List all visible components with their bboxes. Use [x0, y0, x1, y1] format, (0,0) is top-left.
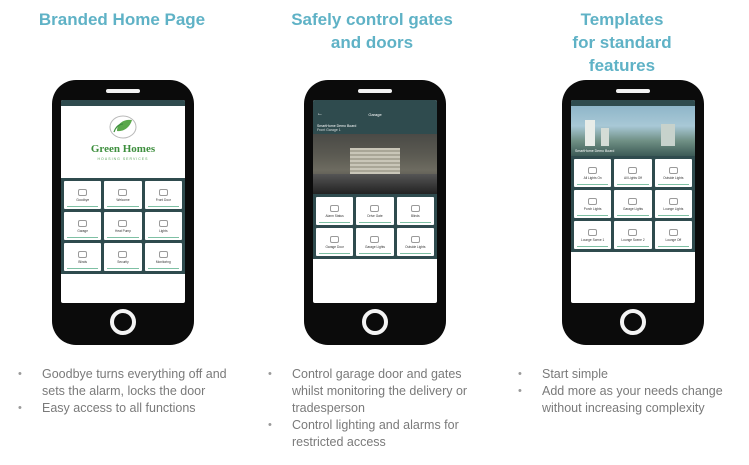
tile-grid: Alarm Status Drive Gate Blinds Garage Do…: [313, 194, 437, 259]
app-bar: ← Garage: [313, 106, 437, 122]
light-icon: [588, 197, 598, 205]
tile-lights[interactable]: Lights: [144, 212, 182, 240]
tile-grid: All Lights On All Lights Off Outside Lig…: [571, 156, 695, 252]
tile-lounge-scene-1[interactable]: Lounge Scene 1: [574, 221, 612, 249]
light-icon: [370, 235, 380, 243]
alarm-icon: [330, 204, 340, 212]
tile-all-lights-on[interactable]: All Lights On: [574, 159, 612, 187]
tile-outside-lights[interactable]: Outside Lights: [654, 159, 692, 187]
light-icon: [158, 219, 168, 227]
column-title: Templates for standard features: [572, 10, 672, 75]
tile-security[interactable]: Security: [104, 243, 142, 271]
garage-door-image: [350, 148, 400, 174]
hero-image: SmartHome Demo Board: [571, 106, 695, 156]
blinds-icon: [410, 204, 420, 212]
bullet-item: Easy access to all functions: [18, 400, 238, 417]
feature-bullets: Goodbye turns everything off and sets th…: [18, 366, 238, 417]
power-icon: [668, 228, 678, 236]
feature-column-templates: Templates for standard features SmartHom…: [502, 0, 742, 465]
tile-lounge-lights[interactable]: Lounge Lights: [654, 190, 692, 218]
tile-heat-pump[interactable]: Heat Pump: [104, 212, 142, 240]
tile-front-door[interactable]: Front Door: [144, 181, 182, 209]
bullet-item: Control lighting and alarms for restrict…: [268, 417, 488, 451]
tile-garage-door[interactable]: Garage Door: [316, 228, 354, 256]
hero-caption: SmartHome Demo Board: [575, 149, 615, 153]
tile-garage-lights[interactable]: Garage Lights: [614, 190, 652, 218]
light-icon: [668, 197, 678, 205]
app-bar-title: Garage: [368, 111, 382, 117]
bullet-item: Control garage door and gates whilst mon…: [268, 366, 488, 417]
shield-icon: [118, 250, 128, 258]
phone-speaker: [358, 89, 392, 93]
home-button: [362, 309, 388, 335]
scene-icon: [628, 228, 638, 236]
bullet-item: Add more as your needs change without in…: [518, 383, 738, 417]
leaf-logo-icon: [109, 115, 137, 139]
phone-speaker: [616, 89, 650, 93]
home-button: [620, 309, 646, 335]
tile-monitoring[interactable]: Monitoring: [144, 243, 182, 271]
phone-speaker: [106, 89, 140, 93]
column-title: Branded Home Page: [38, 10, 206, 29]
light-icon: [588, 166, 598, 174]
tile-all-lights-off[interactable]: All Lights Off: [614, 159, 652, 187]
camera-header: SmartHome Demo Board Front Garage 1: [313, 122, 437, 134]
light-icon: [668, 166, 678, 174]
tile-outside-lights[interactable]: Outside Lights: [396, 228, 434, 256]
tile-blinds[interactable]: Blinds: [64, 243, 102, 271]
tile-blinds[interactable]: Blinds: [396, 197, 434, 225]
tile-lounge-off[interactable]: Lounge Off: [654, 221, 692, 249]
monitor-icon: [158, 250, 168, 258]
door-icon: [158, 188, 168, 196]
back-arrow-icon[interactable]: ←: [317, 111, 323, 117]
tile-drive-gate[interactable]: Drive Gate: [356, 197, 394, 225]
scene-icon: [588, 228, 598, 236]
welcome-icon: [118, 188, 128, 196]
phone-mockup: ← Garage SmartHome Demo Board Front Gara…: [304, 80, 446, 345]
feature-bullets: Control garage door and gates whilst mon…: [268, 366, 488, 451]
feature-column-branded: Branded Home Page Green Homes HOUSING SE…: [2, 0, 242, 465]
tile-welcome[interactable]: Welcome: [104, 181, 142, 209]
bullet-item: Goodbye turns everything off and sets th…: [18, 366, 238, 400]
feature-bullets: Start simple Add more as your needs chan…: [518, 366, 738, 417]
logo-text: Green Homes: [90, 143, 156, 155]
tile-goodbye[interactable]: Goodbye: [64, 181, 102, 209]
bullet-item: Start simple: [518, 366, 738, 383]
phone-mockup: Green Homes HOUSING SERVICES Goodbye Wel…: [52, 80, 194, 345]
logo-subtext: HOUSING SERVICES: [97, 157, 149, 161]
phone-screen: ← Garage SmartHome Demo Board Front Gara…: [313, 100, 437, 303]
phone-screen: SmartHome Demo Board All Lights On All L…: [571, 100, 695, 303]
feature-column-gates: Safely control gates and doors ← Garage …: [252, 0, 492, 465]
gate-icon: [370, 204, 380, 212]
light-icon: [410, 235, 420, 243]
tile-lounge-scene-2[interactable]: Lounge Scene 2: [614, 221, 652, 249]
phone-screen: Green Homes HOUSING SERVICES Goodbye Wel…: [61, 100, 185, 303]
garage-icon: [78, 219, 88, 227]
brand-logo: Green Homes HOUSING SERVICES: [61, 106, 185, 178]
home-button: [110, 309, 136, 335]
camera-subtitle: Front Garage 1: [317, 128, 341, 132]
tile-porch-lights[interactable]: Porch Lights: [574, 190, 612, 218]
light-icon: [628, 197, 638, 205]
tile-garage-lights[interactable]: Garage Lights: [356, 228, 394, 256]
tile-alarm-status[interactable]: Alarm Status: [316, 197, 354, 225]
blinds-icon: [78, 250, 88, 258]
light-icon: [628, 166, 638, 174]
tile-garage[interactable]: Garage: [64, 212, 102, 240]
column-title: Safely control gates and doors: [291, 10, 453, 52]
heat-pump-icon: [118, 219, 128, 227]
garage-icon: [330, 235, 340, 243]
goodbye-icon: [78, 188, 88, 196]
tile-grid: Goodbye Welcome Front Door Garage Heat P…: [61, 178, 185, 274]
phone-mockup: SmartHome Demo Board All Lights On All L…: [562, 80, 704, 345]
camera-feed[interactable]: [313, 134, 437, 194]
